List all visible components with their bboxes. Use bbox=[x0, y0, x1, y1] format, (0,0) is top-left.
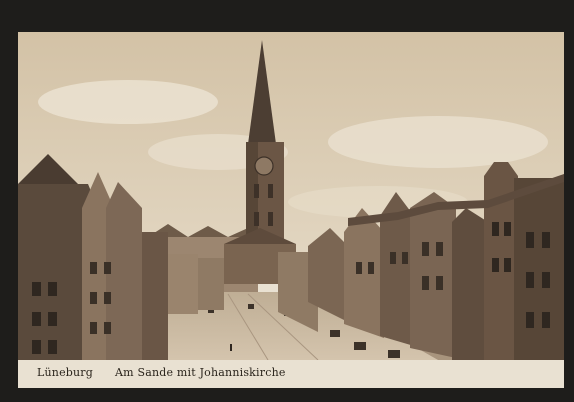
pedestrian bbox=[230, 344, 232, 351]
cart bbox=[354, 342, 366, 350]
postcard-caption: Lüneburg Am Sande mit Johanniskirche bbox=[18, 362, 564, 386]
cloud bbox=[328, 116, 548, 168]
cloud bbox=[38, 80, 218, 124]
street-photograph bbox=[18, 32, 564, 360]
caption-place: Am Sande mit Johanniskirche bbox=[115, 366, 286, 379]
photo-drawing bbox=[18, 32, 564, 360]
tower-clock bbox=[254, 156, 274, 176]
cart bbox=[330, 330, 340, 337]
caption-city: Lüneburg bbox=[37, 366, 94, 379]
cart bbox=[248, 304, 254, 309]
postcard: Lüneburg Am Sande mit Johanniskirche bbox=[18, 32, 564, 388]
cart bbox=[388, 350, 400, 358]
